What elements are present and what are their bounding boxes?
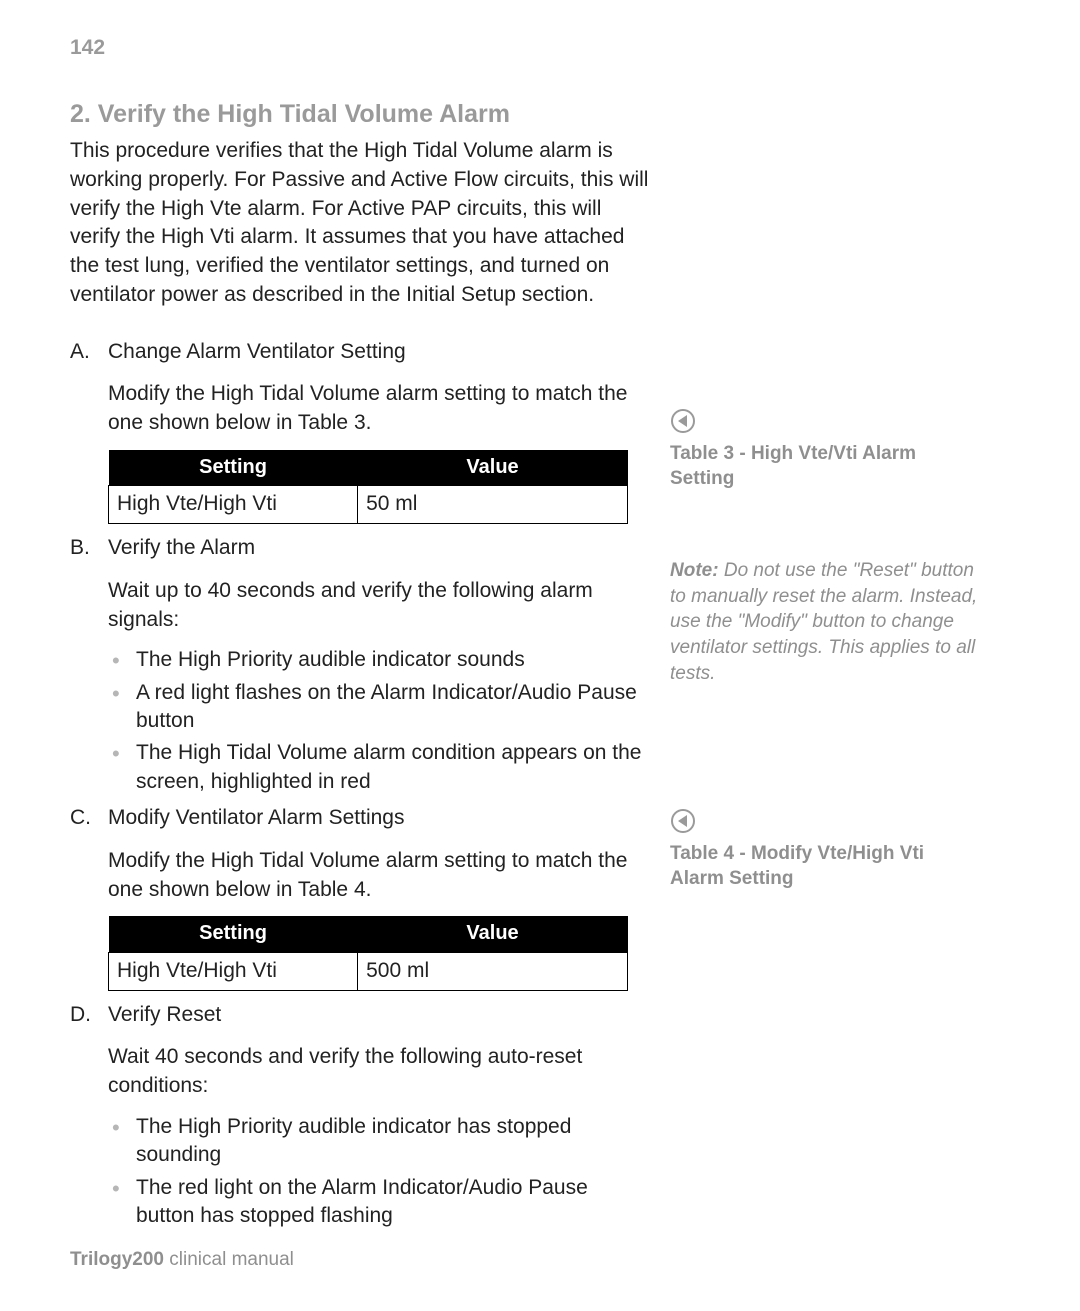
table-row: High Vte/High Vti 50 ml bbox=[109, 486, 628, 524]
step-d-title: Verify Reset bbox=[108, 1001, 650, 1030]
list-item: A red light flashes on the Alarm Indicat… bbox=[108, 679, 650, 736]
footer-doc: clinical manual bbox=[164, 1249, 294, 1270]
step-b: B. Verify the Alarm Wait up to 40 second… bbox=[70, 534, 650, 796]
step-d-bullets: The High Priority audible indicator has … bbox=[108, 1113, 650, 1230]
main-column: 2. Verify the High Tidal Volume Alarm Th… bbox=[70, 60, 650, 1238]
table-4-cell-setting: High Vte/High Vti bbox=[109, 952, 358, 990]
table-4-pointer-block: Table 4 - Modify Vte/High Vti Alarm Sett… bbox=[670, 808, 980, 891]
table-3-caption: Table 3 - High Vte/Vti Alarm Setting bbox=[670, 442, 980, 491]
step-c-letter: C. bbox=[70, 804, 91, 833]
table-4-caption: Table 4 - Modify Vte/High Vti Alarm Sett… bbox=[670, 842, 980, 891]
side-note-block: Note: Do not use the "Reset" button to m… bbox=[670, 558, 980, 686]
step-b-title: Verify the Alarm bbox=[108, 534, 650, 563]
table-3: Setting Value High Vte/High Vti 50 ml bbox=[108, 450, 628, 524]
step-a: A. Change Alarm Ventilator Setting Modif… bbox=[70, 338, 650, 524]
page-footer: Trilogy200 clinical manual bbox=[70, 1249, 294, 1271]
step-a-title: Change Alarm Ventilator Setting bbox=[108, 338, 650, 367]
table-4: Setting Value High Vte/High Vti 500 ml bbox=[108, 916, 628, 990]
step-c: C. Modify Ventilator Alarm Settings Modi… bbox=[70, 804, 650, 990]
side-note: Note: Do not use the "Reset" button to m… bbox=[670, 558, 980, 686]
table-3-cell-value: 50 ml bbox=[358, 486, 628, 524]
table-3-pointer-block: Table 3 - High Vte/Vti Alarm Setting bbox=[670, 408, 980, 491]
step-b-letter: B. bbox=[70, 534, 90, 563]
step-c-body: Modify the High Tidal Volume alarm setti… bbox=[108, 847, 650, 905]
step-c-title: Modify Ventilator Alarm Settings bbox=[108, 804, 650, 833]
list-item: The High Tidal Volume alarm condition ap… bbox=[108, 739, 650, 796]
step-d: D. Verify Reset Wait 40 seconds and veri… bbox=[70, 1001, 650, 1231]
list-item: The High Priority audible indicator has … bbox=[108, 1113, 650, 1170]
step-a-letter: A. bbox=[70, 338, 90, 367]
table-row: High Vte/High Vti 500 ml bbox=[109, 952, 628, 990]
page-number: 142 bbox=[70, 36, 1010, 60]
table-3-cell-setting: High Vte/High Vti bbox=[109, 486, 358, 524]
step-list: A. Change Alarm Ventilator Setting Modif… bbox=[70, 338, 650, 1231]
table-4-header-setting: Setting bbox=[109, 916, 358, 952]
list-item: The red light on the Alarm Indicator/Aud… bbox=[108, 1174, 650, 1231]
table-3-header-setting: Setting bbox=[109, 450, 358, 486]
footer-product: Trilogy200 bbox=[70, 1249, 164, 1270]
table-3-header-value: Value bbox=[358, 450, 628, 486]
side-note-label: Note: bbox=[670, 560, 719, 581]
pointer-left-icon bbox=[670, 808, 696, 834]
intro-paragraph: This procedure verifies that the High Ti… bbox=[70, 137, 650, 310]
section-heading: 2. Verify the High Tidal Volume Alarm bbox=[70, 100, 650, 129]
step-b-body: Wait up to 40 seconds and verify the fol… bbox=[108, 577, 650, 635]
list-item: The High Priority audible indicator soun… bbox=[108, 646, 650, 674]
table-4-header-value: Value bbox=[358, 916, 628, 952]
step-d-letter: D. bbox=[70, 1001, 91, 1030]
step-a-body: Modify the High Tidal Volume alarm setti… bbox=[108, 380, 650, 438]
table-4-cell-value: 500 ml bbox=[358, 952, 628, 990]
step-b-bullets: The High Priority audible indicator soun… bbox=[108, 646, 650, 796]
step-d-body: Wait 40 seconds and verify the following… bbox=[108, 1043, 650, 1101]
pointer-left-icon bbox=[670, 408, 696, 434]
